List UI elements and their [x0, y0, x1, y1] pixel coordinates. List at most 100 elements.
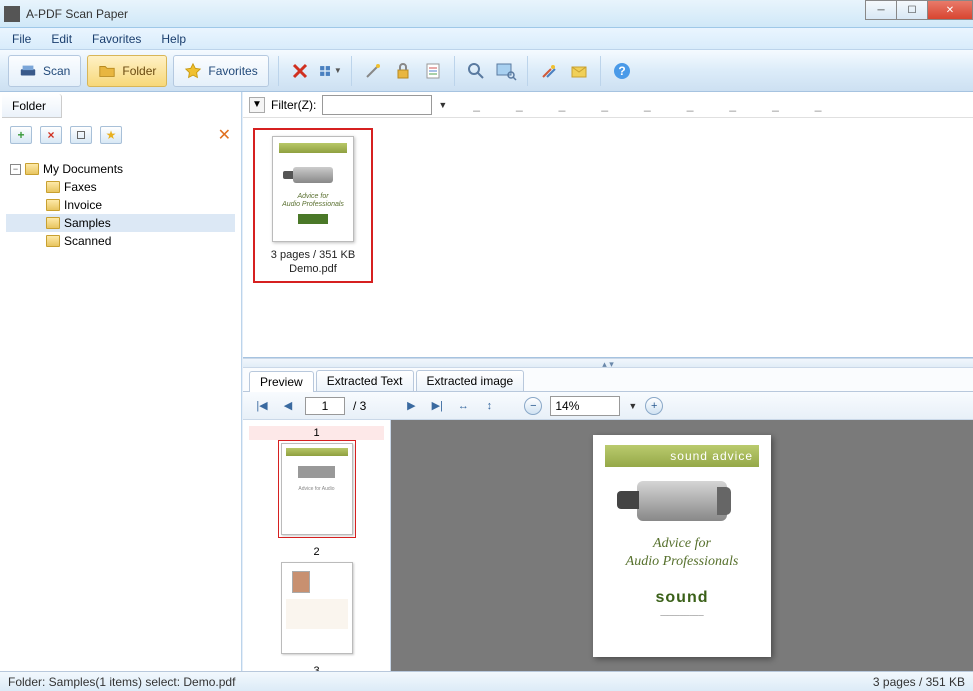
page-mini-icon — [281, 562, 353, 654]
preview-viewport[interactable]: sound advice Advice forAudio Professiona… — [391, 420, 973, 671]
page-thumb-1[interactable]: 1 Advice for Audio — [249, 426, 384, 535]
zoom-select[interactable] — [550, 396, 620, 416]
page-number-input[interactable] — [305, 397, 345, 415]
menu-bar: File Edit Favorites Help — [0, 28, 973, 50]
folder-star-button[interactable]: ★ — [100, 126, 122, 144]
thumbnail-meta: 3 pages / 351 KB — [259, 248, 367, 262]
folder-closed-icon — [46, 235, 60, 247]
mail-button[interactable] — [567, 59, 591, 83]
folder-panel: Folder + × ★ ✕ − My Documents Faxes Invo… — [0, 92, 242, 671]
tab-extracted-text[interactable]: Extracted Text — [316, 370, 414, 391]
filter-label: Filter(Z): — [271, 98, 316, 112]
zoom-out-button[interactable]: − — [524, 397, 542, 415]
folder-icon — [98, 62, 116, 80]
remove-folder-button[interactable]: × — [40, 126, 62, 144]
search-image-button[interactable] — [494, 59, 518, 83]
preview-page: sound advice Advice forAudio Professiona… — [593, 435, 771, 657]
zoom-button[interactable] — [464, 59, 488, 83]
last-page-button[interactable]: ▶| — [428, 397, 446, 415]
folder-closed-icon — [46, 217, 60, 229]
folder-action-button[interactable] — [70, 126, 92, 144]
page-logo: sound — [605, 589, 759, 607]
status-right: 3 pages / 351 KB — [873, 675, 965, 689]
tools-button[interactable] — [537, 59, 561, 83]
folder-closed-icon — [46, 199, 60, 211]
window-titlebar: A-PDF Scan Paper ─ ☐ ✕ — [0, 0, 973, 28]
first-page-button[interactable]: |◀ — [253, 397, 271, 415]
add-folder-button[interactable]: + — [10, 126, 32, 144]
folder-closed-icon — [46, 181, 60, 193]
mail-icon — [569, 61, 589, 81]
tools-icon — [539, 61, 559, 81]
x-icon — [290, 61, 310, 81]
status-bar: Folder: Samples(1 items) select: Demo.pd… — [0, 671, 973, 691]
maximize-button[interactable]: ☐ — [896, 0, 928, 20]
fit-height-button[interactable]: ↕ — [480, 397, 498, 415]
page-preview-icon: Advice forAudio Professionals — [272, 136, 354, 242]
folder-button[interactable]: Folder — [87, 55, 167, 87]
status-left: Folder: Samples(1 items) select: Demo.pd… — [8, 675, 235, 689]
document-gallery: Advice forAudio Professionals 3 pages / … — [243, 118, 973, 358]
prev-page-button[interactable]: ◀ — [279, 397, 297, 415]
chevron-down-icon[interactable]: ▼ — [628, 401, 637, 411]
view-mode-button[interactable]: ▼ — [318, 59, 342, 83]
zoom-in-button[interactable]: + — [645, 397, 663, 415]
main-toolbar: Scan Folder Favorites ▼ ? — [0, 50, 973, 92]
tree-item-scanned[interactable]: Scanned — [6, 232, 235, 250]
favorites-button[interactable]: Favorites — [173, 55, 268, 87]
tree-item-invoice[interactable]: Invoice — [6, 196, 235, 214]
preview-toolbar: |◀ ◀ / 3 ▶ ▶| ↔ ↕ − ▼ + — [243, 392, 973, 420]
help-button[interactable]: ? — [610, 59, 634, 83]
wand-button[interactable] — [361, 59, 385, 83]
menu-file[interactable]: File — [6, 30, 37, 48]
folder-tab[interactable]: Folder — [2, 94, 62, 118]
fit-width-button[interactable]: ↔ — [454, 397, 472, 415]
expander-icon[interactable]: − — [10, 164, 21, 175]
form-button[interactable] — [421, 59, 445, 83]
filter-placeholders: _________ — [473, 98, 821, 112]
next-page-button[interactable]: ▶ — [402, 397, 420, 415]
svg-text:?: ? — [618, 64, 625, 78]
window-title: A-PDF Scan Paper — [26, 7, 128, 21]
thumbnail-name: Demo.pdf — [259, 262, 367, 276]
folder-tree: − My Documents Faxes Invoice Samples Sca… — [0, 152, 241, 671]
scanner-icon — [19, 62, 37, 80]
filter-icon[interactable]: ▼ — [249, 97, 265, 113]
grid-icon — [318, 61, 332, 81]
x-red-icon: × — [47, 128, 54, 142]
scan-button[interactable]: Scan — [8, 55, 81, 87]
tree-item-samples[interactable]: Samples — [6, 214, 235, 232]
page-thumb-3[interactable]: 3 — [249, 664, 384, 671]
close-button[interactable]: ✕ — [927, 0, 973, 20]
tab-preview[interactable]: Preview — [249, 371, 314, 392]
filter-input[interactable] — [322, 95, 432, 115]
star-icon — [184, 62, 202, 80]
help-icon: ? — [612, 61, 632, 81]
magnifier-icon — [466, 61, 486, 81]
connector-graphic-icon — [637, 481, 727, 521]
menu-help[interactable]: Help — [155, 30, 192, 48]
folder-closed-icon — [25, 163, 39, 175]
page-thumbnail-strip: 1 Advice for Audio 2 3 — [243, 420, 391, 671]
tree-item-faxes[interactable]: Faxes — [6, 178, 235, 196]
folder-toolbar: + × ★ ✕ — [0, 118, 241, 152]
image-search-icon — [495, 61, 517, 81]
plus-icon: + — [17, 128, 24, 142]
document-thumbnail[interactable]: Advice forAudio Professionals 3 pages / … — [253, 128, 373, 283]
page-thumb-2[interactable]: 2 — [249, 545, 384, 654]
lock-button[interactable] — [391, 59, 415, 83]
menu-edit[interactable]: Edit — [45, 30, 78, 48]
page-mini-icon: Advice for Audio — [281, 443, 353, 535]
delete-button[interactable] — [288, 59, 312, 83]
lock-icon — [393, 61, 413, 81]
star-small-icon: ★ — [106, 128, 117, 142]
close-panel-button[interactable]: ✕ — [218, 125, 231, 145]
app-icon — [4, 6, 20, 22]
filter-bar: ▼ Filter(Z): ▼ _________ — [243, 92, 973, 118]
chevron-down-icon[interactable]: ▼ — [438, 100, 447, 110]
minimize-button[interactable]: ─ — [865, 0, 897, 20]
pane-splitter[interactable]: ▴ ▾ — [243, 358, 973, 368]
tab-extracted-image[interactable]: Extracted image — [416, 370, 525, 391]
menu-favorites[interactable]: Favorites — [86, 30, 147, 48]
tree-root[interactable]: − My Documents — [6, 160, 235, 178]
